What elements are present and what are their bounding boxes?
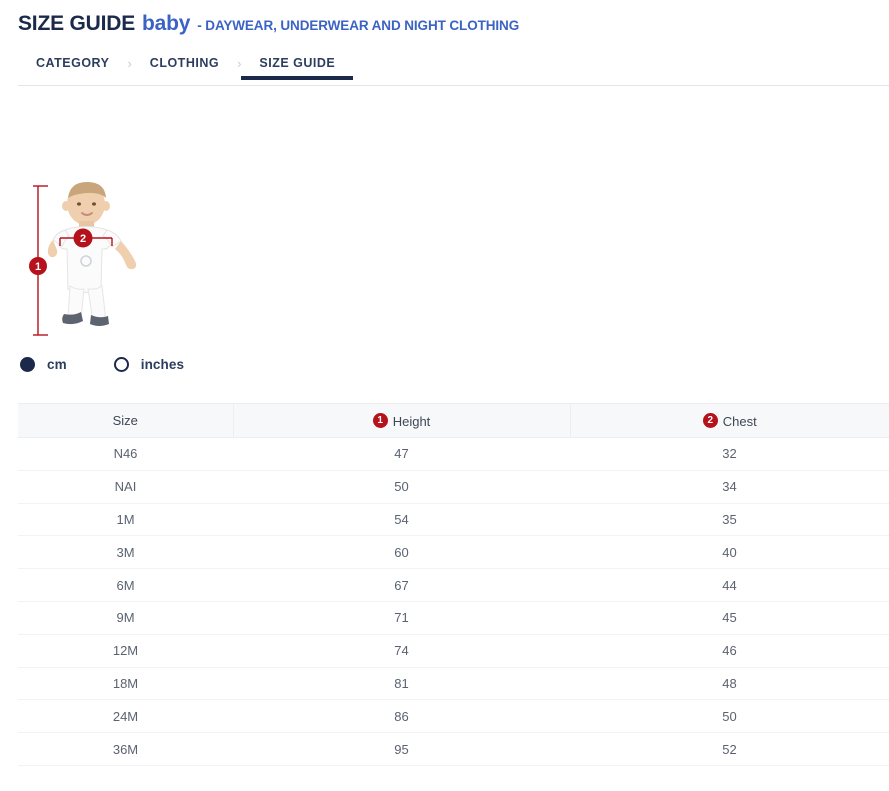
marker-2-label: 2 xyxy=(80,233,86,245)
column-header-size: Size xyxy=(18,404,233,438)
table-row: 3M6040 xyxy=(18,536,889,569)
measurement-illustration: 1 2 xyxy=(18,178,178,343)
cell-height: 81 xyxy=(233,667,570,700)
unit-option-inches[interactable]: inches xyxy=(114,357,184,372)
cell-height: 86 xyxy=(233,700,570,733)
column-header-height: 1 Height xyxy=(233,404,570,438)
unit-option-inches-label: inches xyxy=(141,357,184,372)
cell-height: 60 xyxy=(233,536,570,569)
size-table: Size 1 Height 2 Chest N464732NAI5034 xyxy=(18,403,889,766)
cell-chest: 32 xyxy=(570,438,889,471)
breadcrumb: CATEGORY › CLOTHING › SIZE GUIDE xyxy=(0,50,889,86)
column-header-chest: 2 Chest xyxy=(570,404,889,438)
cell-chest: 35 xyxy=(570,503,889,536)
cell-size: N46 xyxy=(18,438,233,471)
table-row: 36M9552 xyxy=(18,733,889,766)
table-row: 18M8148 xyxy=(18,667,889,700)
table-header-row: Size 1 Height 2 Chest xyxy=(18,404,889,438)
tab-size-guide[interactable]: SIZE GUIDE xyxy=(259,56,335,80)
radio-cm-icon[interactable] xyxy=(20,357,35,372)
tab-clothing[interactable]: CLOTHING xyxy=(150,56,219,80)
tab-category[interactable]: CATEGORY xyxy=(36,56,109,80)
cell-size: 18M xyxy=(18,667,233,700)
badge-2-icon: 2 xyxy=(703,413,718,428)
cell-chest: 52 xyxy=(570,733,889,766)
cell-chest: 40 xyxy=(570,536,889,569)
column-header-size-label: Size xyxy=(113,413,138,428)
table-row: 6M6744 xyxy=(18,569,889,602)
cell-size: 6M xyxy=(18,569,233,602)
size-table-head: Size 1 Height 2 Chest xyxy=(18,404,889,438)
marker-1-label: 1 xyxy=(35,261,41,273)
cell-size: 24M xyxy=(18,700,233,733)
page-title-category: baby xyxy=(142,12,190,36)
page-header: SIZE GUIDE baby - DAYWEAR, UNDERWEAR AND… xyxy=(0,0,889,36)
cell-size: 1M xyxy=(18,503,233,536)
page-title: SIZE GUIDE xyxy=(18,12,135,36)
size-table-body: N464732NAI50341M54353M60406M67449M714512… xyxy=(18,438,889,766)
table-row: 1M5435 xyxy=(18,503,889,536)
column-header-height-label: Height xyxy=(393,414,431,429)
chevron-right-icon: › xyxy=(127,57,131,80)
radio-inches-icon[interactable] xyxy=(114,357,129,372)
cell-size: 9M xyxy=(18,601,233,634)
cell-size: 12M xyxy=(18,634,233,667)
table-row: 24M8650 xyxy=(18,700,889,733)
cell-chest: 48 xyxy=(570,667,889,700)
cell-height: 47 xyxy=(233,438,570,471)
cell-chest: 44 xyxy=(570,569,889,602)
table-row: 9M7145 xyxy=(18,601,889,634)
cell-size: 3M xyxy=(18,536,233,569)
cell-size: NAI xyxy=(18,470,233,503)
cell-chest: 46 xyxy=(570,634,889,667)
cell-size: 36M xyxy=(18,733,233,766)
unit-option-cm[interactable]: cm xyxy=(20,357,67,372)
cell-height: 54 xyxy=(233,503,570,536)
unit-option-cm-label: cm xyxy=(47,357,67,372)
cell-height: 67 xyxy=(233,569,570,602)
unit-selector: cm inches xyxy=(20,357,889,372)
cell-chest: 34 xyxy=(570,470,889,503)
cell-chest: 45 xyxy=(570,601,889,634)
table-row: NAI5034 xyxy=(18,470,889,503)
badge-1-icon: 1 xyxy=(373,413,388,428)
cell-height: 95 xyxy=(233,733,570,766)
cell-height: 74 xyxy=(233,634,570,667)
cell-height: 71 xyxy=(233,601,570,634)
size-guide-page: SIZE GUIDE baby - DAYWEAR, UNDERWEAR AND… xyxy=(0,0,889,791)
cell-height: 50 xyxy=(233,470,570,503)
column-header-chest-label: Chest xyxy=(723,414,757,429)
cell-chest: 50 xyxy=(570,700,889,733)
baby-figure-icon: 1 2 xyxy=(18,178,178,343)
page-title-description: - DAYWEAR, UNDERWEAR AND NIGHT CLOTHING xyxy=(197,18,519,33)
table-row: N464732 xyxy=(18,438,889,471)
table-row: 12M7446 xyxy=(18,634,889,667)
